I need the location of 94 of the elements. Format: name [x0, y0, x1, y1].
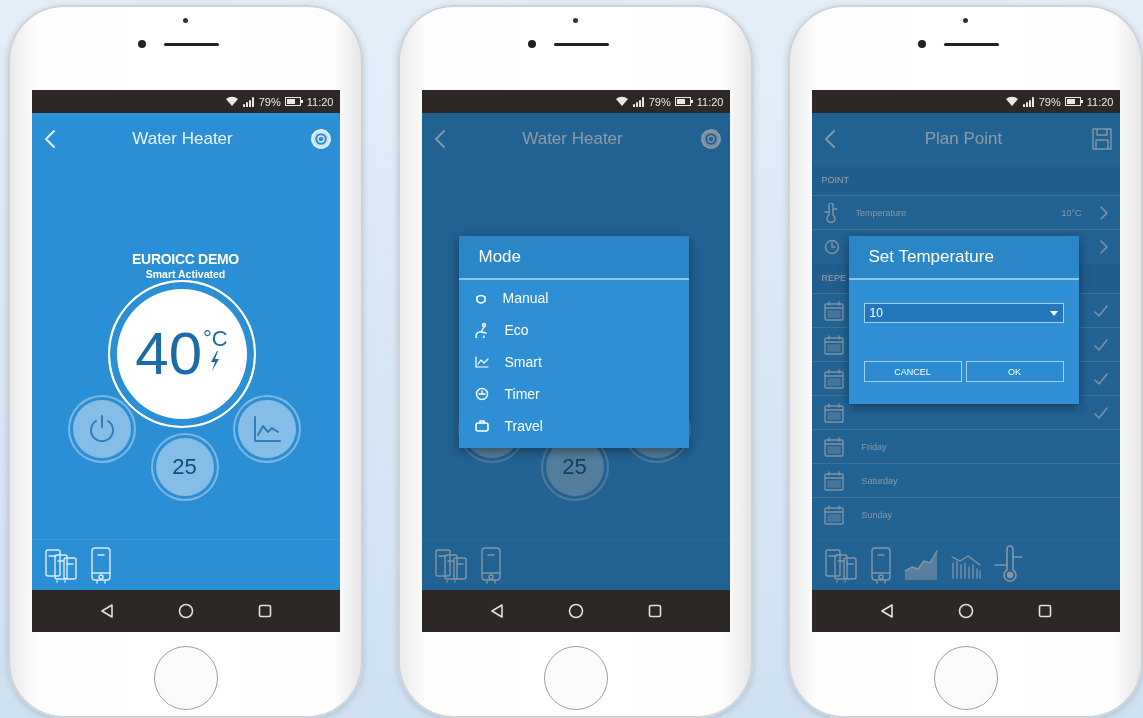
- battery-percent: 79%: [258, 95, 281, 108]
- thermometer-tab[interactable]: [993, 545, 1024, 585]
- lightning-icon: [209, 350, 222, 372]
- square-icon: [1037, 604, 1052, 618]
- menu-item[interactable]: Timer: [458, 378, 689, 410]
- calendar-icon: [823, 504, 844, 525]
- clock-time: 11:20: [1086, 95, 1114, 108]
- back-icon: [823, 129, 836, 149]
- water-heater-tab[interactable]: [89, 546, 112, 584]
- calendar-icon: [823, 334, 844, 355]
- circle-icon: [177, 603, 194, 619]
- triangle-icon: [879, 603, 894, 619]
- temperature-unit: °C: [203, 328, 228, 350]
- device-status: Smart Activated: [145, 268, 226, 280]
- save-button[interactable]: [1089, 126, 1114, 152]
- wifi-icon: [614, 96, 629, 107]
- clock-icon: [823, 238, 840, 255]
- water-heater-icon: [869, 546, 892, 584]
- dialog-title: Set Temperature: [848, 236, 1079, 280]
- battery-icon: [674, 97, 693, 106]
- thermometer-icon: [823, 202, 838, 223]
- calendar-icon: [823, 470, 844, 491]
- water-heater-icon: [479, 546, 502, 584]
- chevron-icon: [1099, 205, 1108, 220]
- menu-item[interactable]: Manual: [458, 282, 689, 314]
- section-title: REPE: [821, 273, 846, 283]
- settings-icon: [309, 128, 332, 150]
- wifi-icon: [224, 96, 239, 107]
- device-name: EUROICC DEMO: [132, 251, 239, 267]
- battery-percent: 79%: [1038, 95, 1061, 108]
- speaker-grille: [554, 42, 609, 46]
- wifi-icon: [1004, 96, 1019, 107]
- triangle-icon: [99, 603, 114, 619]
- menu-item[interactable]: Eco: [458, 314, 689, 346]
- water-heaters-tab[interactable]: [43, 547, 78, 583]
- water-heater-tab[interactable]: [479, 546, 502, 584]
- thermometer-icon: [993, 545, 1024, 585]
- calendar-icon: [823, 436, 844, 457]
- water-heaters-icon: [433, 547, 468, 583]
- row-label: Friday: [861, 441, 888, 452]
- caret-icon: [1049, 310, 1058, 316]
- sensor-dot: [183, 18, 188, 23]
- calendar-icon: [823, 368, 844, 389]
- timer-icon: [474, 387, 489, 401]
- signal-icon: [632, 96, 645, 107]
- battery-percent: 79%: [648, 95, 671, 108]
- screen-title: Water Heater: [131, 129, 234, 149]
- circle-icon: [567, 603, 584, 619]
- menu-item[interactable]: Smart: [458, 346, 689, 378]
- square-icon: [257, 604, 272, 618]
- calendar-icon: [823, 402, 844, 423]
- water-heater-icon: [89, 546, 112, 584]
- battery-icon: [284, 97, 303, 106]
- row-label: Saturday: [861, 475, 899, 486]
- temperature-reading: 40: [135, 324, 203, 384]
- circle-icon: [957, 603, 974, 619]
- dialog-title: Mode: [458, 236, 689, 280]
- calendar-icon: [823, 300, 844, 321]
- row-label: Sunday: [861, 509, 894, 520]
- water-heaters-tab[interactable]: [433, 547, 468, 583]
- line-chart-icon: [474, 356, 489, 368]
- camera-dot: [528, 40, 536, 48]
- temperature-select[interactable]: 10: [863, 303, 1064, 323]
- water-heaters-icon: [43, 547, 78, 583]
- back-icon: [43, 129, 56, 149]
- row-label: Temperature: [855, 207, 908, 218]
- camera-dot: [138, 40, 146, 48]
- camera-dot: [918, 40, 926, 48]
- chevron-icon: [1099, 239, 1108, 254]
- screen-title: Plan Point: [923, 129, 1004, 149]
- suitcase-icon: [474, 420, 489, 432]
- sensor-dot: [573, 18, 578, 23]
- water-heaters-icon: [823, 547, 858, 583]
- battery-icon: [1064, 97, 1083, 106]
- ok-button[interactable]: OK: [965, 361, 1064, 382]
- back-icon: [433, 129, 446, 149]
- row-value: 10°C: [1061, 207, 1082, 218]
- water-heater-tab[interactable]: [869, 546, 892, 584]
- signal-icon: [1022, 96, 1035, 107]
- settings-icon: [699, 128, 722, 150]
- sensor-dot: [963, 18, 968, 23]
- water-heaters-tab[interactable]: [823, 547, 858, 583]
- save-icon: [1091, 128, 1112, 150]
- speaker-grille: [944, 42, 999, 46]
- clock-time: 11:20: [696, 95, 724, 108]
- signal-icon: [242, 96, 255, 107]
- section-title: POINT: [821, 175, 849, 185]
- square-icon: [647, 604, 662, 618]
- triangle-icon: [489, 603, 504, 619]
- line-chart-icon: [251, 415, 282, 443]
- screen-title: Water Heater: [521, 129, 624, 149]
- speaker-grille: [164, 42, 219, 46]
- cancel-button[interactable]: CANCEL: [863, 361, 962, 382]
- clock-time: 11:20: [306, 95, 334, 108]
